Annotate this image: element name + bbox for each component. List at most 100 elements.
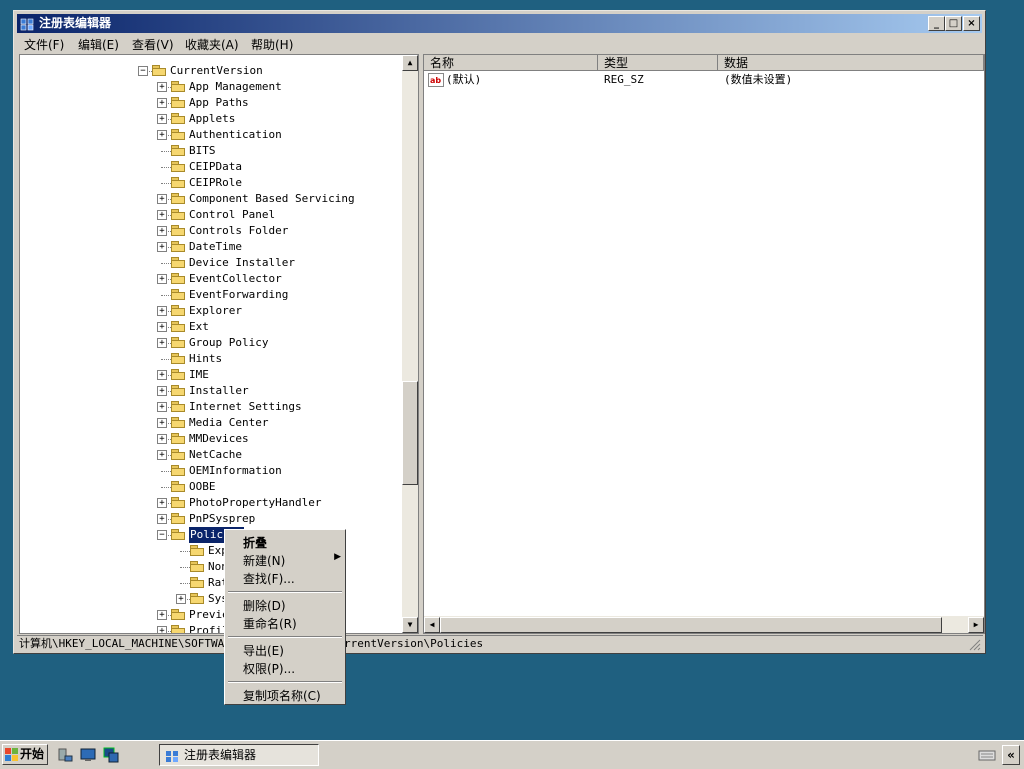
expand-icon[interactable]: + [157, 626, 167, 633]
folder-icon [190, 593, 204, 604]
title-bar[interactable]: 注册表编辑器 _ □ × [17, 14, 982, 33]
collapse-icon[interactable]: − [157, 530, 167, 540]
tree-item-label: Component Based Servicing [189, 192, 355, 205]
registry-tree[interactable]: − CurrentVersion + App Management + App Paths… [19, 54, 419, 634]
tree-guide-line [180, 567, 190, 568]
menu-item-copy-key-name[interactable]: 复制项名称(C) [243, 687, 321, 704]
expand-icon[interactable]: + [157, 114, 167, 124]
expand-icon[interactable]: + [157, 194, 167, 204]
collapse-icon[interactable]: − [138, 66, 148, 76]
folder-icon [171, 401, 185, 412]
taskbar-regedit-button[interactable]: 注册表编辑器 [159, 744, 319, 766]
tree-item-label: Installer [189, 384, 249, 397]
tree-vertical-scrollbar[interactable]: ▲ ▼ [402, 55, 418, 633]
expand-icon[interactable]: + [157, 226, 167, 236]
tray-expand-icon[interactable]: « [1002, 745, 1020, 765]
menu-favorites[interactable]: 收藏夹(A) [185, 36, 239, 53]
expand-icon[interactable]: + [157, 498, 167, 508]
folder-icon [171, 305, 185, 316]
expand-icon[interactable]: + [157, 610, 167, 620]
tree-guide-line [161, 263, 171, 264]
expand-icon[interactable]: + [157, 338, 167, 348]
h-scroll-thumb[interactable] [440, 617, 942, 633]
menu-separator [228, 681, 342, 683]
expand-icon[interactable]: + [157, 242, 167, 252]
scroll-left-icon[interactable]: ◀ [424, 617, 440, 633]
tree-item-label: Internet Settings [189, 400, 302, 413]
close-button[interactable]: × [963, 16, 980, 31]
regedit-icon [20, 18, 34, 31]
folder-icon [171, 465, 185, 476]
svg-text:ab: ab [430, 76, 441, 85]
tree-item-label: Explorer [189, 304, 242, 317]
powershell-icon[interactable] [103, 747, 119, 763]
folder-icon [190, 545, 204, 556]
column-header-type[interactable]: 类型 [598, 55, 718, 71]
expand-icon[interactable]: + [176, 594, 186, 604]
scroll-down-icon[interactable]: ▼ [402, 617, 418, 633]
maximize-button[interactable]: □ [945, 16, 962, 31]
tree-item-label: Control Panel [189, 208, 276, 221]
scroll-right-icon[interactable]: ▶ [968, 617, 984, 633]
expand-icon[interactable]: + [157, 306, 167, 316]
expand-icon[interactable]: + [157, 402, 167, 412]
server-manager-icon[interactable] [57, 747, 73, 763]
folder-icon [171, 209, 185, 220]
menu-item-delete[interactable]: 删除(D) [243, 597, 286, 614]
menu-item-collapse[interactable]: 折叠 [243, 534, 267, 551]
start-button[interactable]: 开始 [2, 744, 48, 765]
start-label: 开始 [20, 747, 45, 761]
menu-item-new[interactable]: 新建(N) [243, 552, 285, 569]
tree-item-label: App Paths [189, 96, 249, 109]
expand-icon[interactable]: + [157, 370, 167, 380]
taskbar-regedit-label: 注册表编辑器 [184, 748, 257, 762]
folder-icon [171, 257, 185, 268]
expand-icon[interactable]: + [157, 322, 167, 332]
folder-icon [171, 129, 185, 140]
values-list[interactable]: 名称 类型 数据 ab (默认) REG_SZ (数值未设置) ◀ ▶ [423, 54, 985, 634]
folder-icon [171, 337, 185, 348]
expand-icon[interactable]: + [157, 130, 167, 140]
expand-icon[interactable]: + [157, 434, 167, 444]
tree-item-label: DateTime [189, 240, 242, 253]
expand-icon[interactable]: + [157, 98, 167, 108]
menu-view[interactable]: 查看(V) [132, 36, 174, 53]
expand-icon[interactable]: + [157, 418, 167, 428]
menu-file[interactable]: 文件(F) [24, 36, 64, 53]
tree-item-label: EventCollector [189, 272, 282, 285]
regedit-icon [166, 751, 178, 762]
folder-icon [171, 433, 185, 444]
window-title: 注册表编辑器 [39, 16, 112, 30]
tree-guide-line [161, 359, 171, 360]
value-data: (数值未设置) [724, 73, 793, 86]
list-horizontal-scrollbar[interactable]: ◀ ▶ [424, 616, 984, 633]
folder-icon [171, 113, 185, 124]
tree-guide-line [161, 487, 171, 488]
keyboard-icon[interactable] [978, 748, 996, 762]
menu-item-permissions[interactable]: 权限(P)... [243, 660, 295, 677]
menu-item-export[interactable]: 导出(E) [243, 642, 284, 659]
expand-icon[interactable]: + [157, 450, 167, 460]
column-header-data[interactable]: 数据 [718, 55, 984, 71]
expand-icon[interactable]: + [157, 210, 167, 220]
show-desktop-icon[interactable] [80, 747, 96, 763]
menu-help[interactable]: 帮助(H) [251, 36, 293, 53]
menu-item-find[interactable]: 查找(F)... [243, 570, 295, 587]
scroll-thumb[interactable] [402, 381, 418, 485]
expand-icon[interactable]: + [157, 514, 167, 524]
folder-icon [171, 353, 185, 364]
scroll-up-icon[interactable]: ▲ [402, 55, 418, 71]
menu-item-rename[interactable]: 重命名(R) [243, 615, 297, 632]
expand-icon[interactable]: + [157, 274, 167, 284]
tree-guide-line [161, 471, 171, 472]
expand-icon[interactable]: + [157, 82, 167, 92]
folder-icon [152, 65, 166, 76]
column-header-name[interactable]: 名称 [424, 55, 598, 71]
menu-edit[interactable]: 编辑(E) [78, 36, 119, 53]
folder-icon [171, 193, 185, 204]
tree-guide-line [161, 151, 171, 152]
resize-grip-icon[interactable] [969, 639, 981, 651]
status-bar: 计算机\HKEY_LOCAL_MACHINE\SOFTWARE rrentVer… [17, 635, 983, 652]
minimize-button[interactable]: _ [928, 16, 945, 31]
expand-icon[interactable]: + [157, 386, 167, 396]
